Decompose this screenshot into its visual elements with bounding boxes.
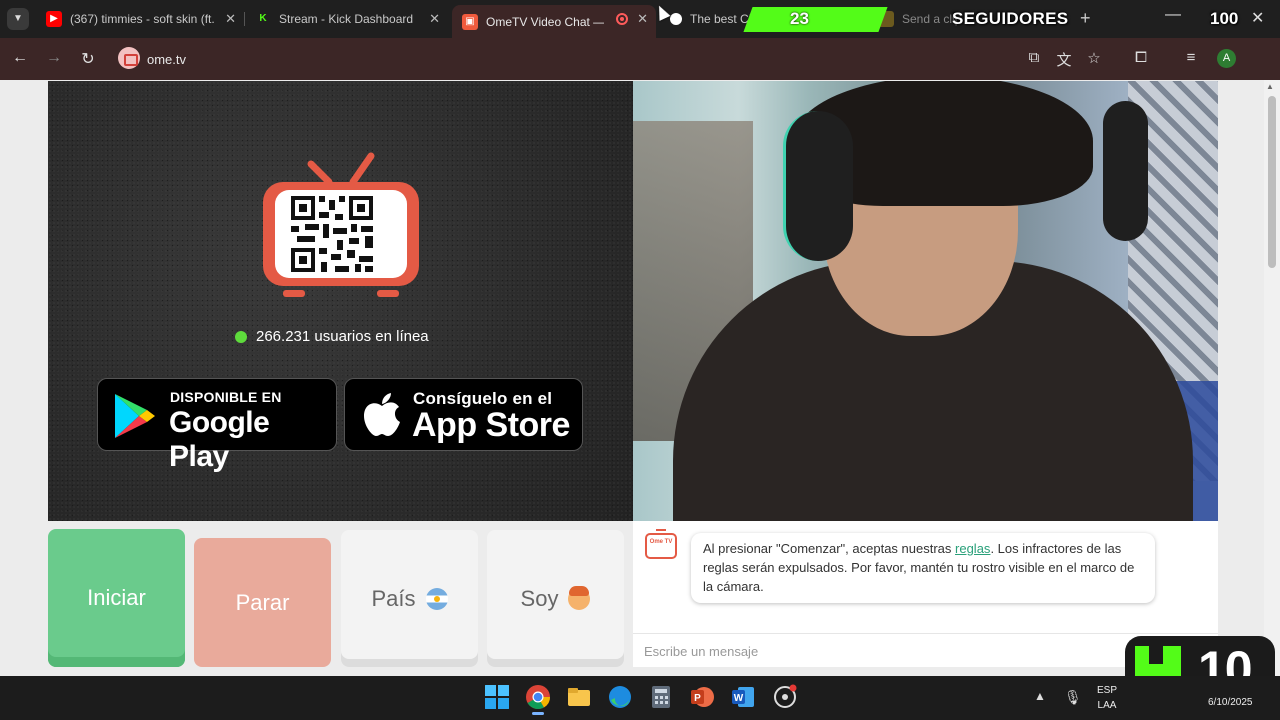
gender-button[interactable]: Soy [487, 530, 624, 667]
profile-avatar[interactable]: A [1217, 49, 1236, 68]
show-hidden-icons-chevron-icon[interactable]: ▲ [1034, 689, 1046, 703]
stop-button[interactable]: Parar [194, 538, 331, 667]
chat-message-input[interactable]: Escribe un mensaje [644, 644, 758, 659]
headphones-left [783, 111, 853, 261]
ometv-icon: ▣ [462, 13, 478, 30]
argentina-flag-icon [425, 587, 448, 610]
follower-goal-progress [743, 7, 888, 32]
chrome-icon[interactable] [525, 684, 551, 710]
kick-icon: K [259, 13, 267, 24]
country-label: País [371, 585, 416, 611]
google-play-icon [115, 394, 155, 438]
ometv-logo-icon: Ome TV [645, 529, 677, 559]
scrollbar-thumb[interactable] [1268, 96, 1276, 268]
edge-icon[interactable] [607, 684, 633, 710]
static-noise [48, 81, 633, 521]
chat-divider [633, 633, 1218, 634]
tab-title: (367) timmies - soft skin (ft. [70, 12, 215, 26]
online-status-icon [235, 330, 247, 343]
bookmark-star-icon[interactable]: ☆ [1084, 49, 1104, 67]
youtube-icon: ▶ [46, 11, 62, 27]
headphones-right [1103, 101, 1148, 241]
close-tab-icon[interactable]: ✕ [637, 11, 648, 27]
country-button[interactable]: País [341, 530, 478, 667]
follower-label: SEGUIDORES [952, 9, 1069, 28]
window-close-icon[interactable]: ✕ [1251, 8, 1264, 28]
install-app-icon[interactable]: ⧉ [1024, 49, 1044, 66]
active-app-indicator [532, 712, 544, 715]
recording-icon [616, 13, 628, 25]
webcam-video [633, 81, 1218, 521]
address-bar[interactable]: ome.tv [147, 52, 186, 67]
rules-message: Al presionar "Comenzar", aceptas nuestra… [691, 533, 1155, 603]
partner-video [48, 81, 633, 521]
extensions-icon[interactable]: ⧠ [1131, 49, 1151, 66]
microphone-icon[interactable]: 🎙 [1064, 689, 1082, 706]
obs-icon[interactable] [772, 684, 798, 710]
rules-text-start: Al presionar "Comenzar", aceptas nuestra… [703, 541, 956, 556]
tab-search-chevron-icon[interactable]: ▼ [7, 8, 29, 30]
boy-face-icon [568, 585, 591, 610]
windows-taskbar [0, 676, 1280, 720]
online-users-text: 266.231 usuarios en línea [256, 328, 429, 345]
close-tab-icon[interactable]: ✕ [225, 11, 236, 27]
tab-title: Stream - Kick Dashboard [279, 12, 414, 26]
tab-kick-dashboard[interactable]: K Stream - Kick Dashboard ✕ [245, 5, 448, 33]
svg-text:P: P [694, 693, 701, 704]
language-code: ESP [1097, 685, 1118, 696]
word-icon[interactable]: W [730, 684, 756, 710]
scroll-up-icon[interactable]: ▲ [1266, 82, 1274, 91]
google-play-small: DISPONIBLE EN [170, 389, 282, 405]
powerpoint-icon[interactable]: P [689, 684, 715, 710]
forward-arrow-icon[interactable]: → [43, 49, 65, 67]
back-arrow-icon[interactable]: ← [9, 49, 31, 67]
tab-title: OmeTV Video Chat — O [486, 14, 604, 29]
follower-goal: 100 [1210, 9, 1239, 28]
start-button[interactable]: Iniciar [48, 529, 185, 667]
close-tab-icon[interactable]: ✕ [429, 11, 440, 27]
site-info-icon[interactable] [118, 47, 140, 69]
follower-count: 23 [790, 9, 809, 28]
google-play-button[interactable]: DISPONIBLE EN Google Play [97, 378, 337, 473]
tab-youtube[interactable]: ▶ (367) timmies - soft skin (ft. ✕ [36, 5, 244, 33]
keyboard-layout: LAA [1097, 700, 1117, 711]
reload-icon[interactable]: ↻ [77, 49, 99, 69]
chatr-icon [670, 13, 682, 25]
windows-start-icon[interactable] [484, 684, 510, 710]
ometv-qr-tv-icon [263, 152, 419, 297]
language-indicator[interactable]: ESP LAA [1097, 683, 1117, 713]
apple-icon [364, 393, 400, 436]
calculator-icon[interactable] [648, 684, 674, 710]
rules-link[interactable]: reglas [955, 541, 990, 556]
svg-text:W: W [734, 693, 744, 704]
new-tab-icon[interactable]: + [1080, 8, 1091, 29]
file-explorer-icon[interactable] [566, 684, 592, 710]
app-store-button[interactable]: Consíguelo en el App Store [344, 378, 583, 451]
minimize-icon[interactable]: — [1165, 6, 1181, 24]
tab-title: Send a clip [902, 12, 958, 26]
tab-ometv[interactable]: ▣ OmeTV Video Chat — O ✕ [452, 5, 656, 38]
translate-icon[interactable]: 文 [1054, 49, 1074, 70]
google-play-big: Google Play [169, 406, 270, 473]
gender-label: Soy [520, 585, 559, 611]
app-store-big: App Store [412, 406, 570, 444]
media-controls-icon[interactable]: ≡ [1181, 49, 1201, 66]
system-date[interactable]: 6/10/2025 [1208, 697, 1253, 708]
online-users: 266.231 usuarios en línea [235, 328, 429, 345]
